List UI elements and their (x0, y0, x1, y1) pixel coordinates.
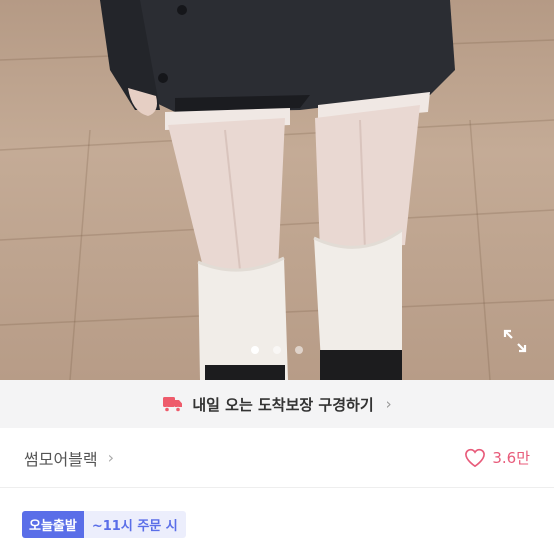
chevron-right-icon: › (107, 448, 115, 467)
shop-name-link[interactable]: 썸모어블랙 (24, 446, 98, 470)
product-image[interactable] (0, 0, 554, 380)
carousel-dot[interactable] (251, 346, 259, 354)
expand-icon[interactable] (503, 329, 527, 353)
delivery-truck-icon (163, 397, 183, 413)
product-photo (0, 0, 554, 380)
today-ship-badge: 오늘출발 (22, 511, 84, 538)
chevron-right-icon: › (385, 395, 392, 413)
order-cutoff-badge: ~11시 주문 시 (83, 511, 186, 538)
shipping-badge: 오늘출발 ~11시 주문 시 (22, 511, 186, 538)
shop-row: 썸모어블랙 › 3.6만 (0, 428, 554, 488)
delivery-guarantee-banner[interactable]: 내일 오는 도착보장 구경하기 › (0, 380, 554, 428)
like-count: 3.6만 (492, 449, 530, 467)
like-button[interactable]: 3.6만 (464, 447, 530, 468)
carousel-dot[interactable] (295, 346, 303, 354)
carousel-dots (0, 346, 554, 354)
heart-icon (465, 448, 486, 467)
carousel-dot[interactable] (273, 346, 281, 354)
banner-label: 내일 오는 도착보장 구경하기 (192, 395, 374, 414)
